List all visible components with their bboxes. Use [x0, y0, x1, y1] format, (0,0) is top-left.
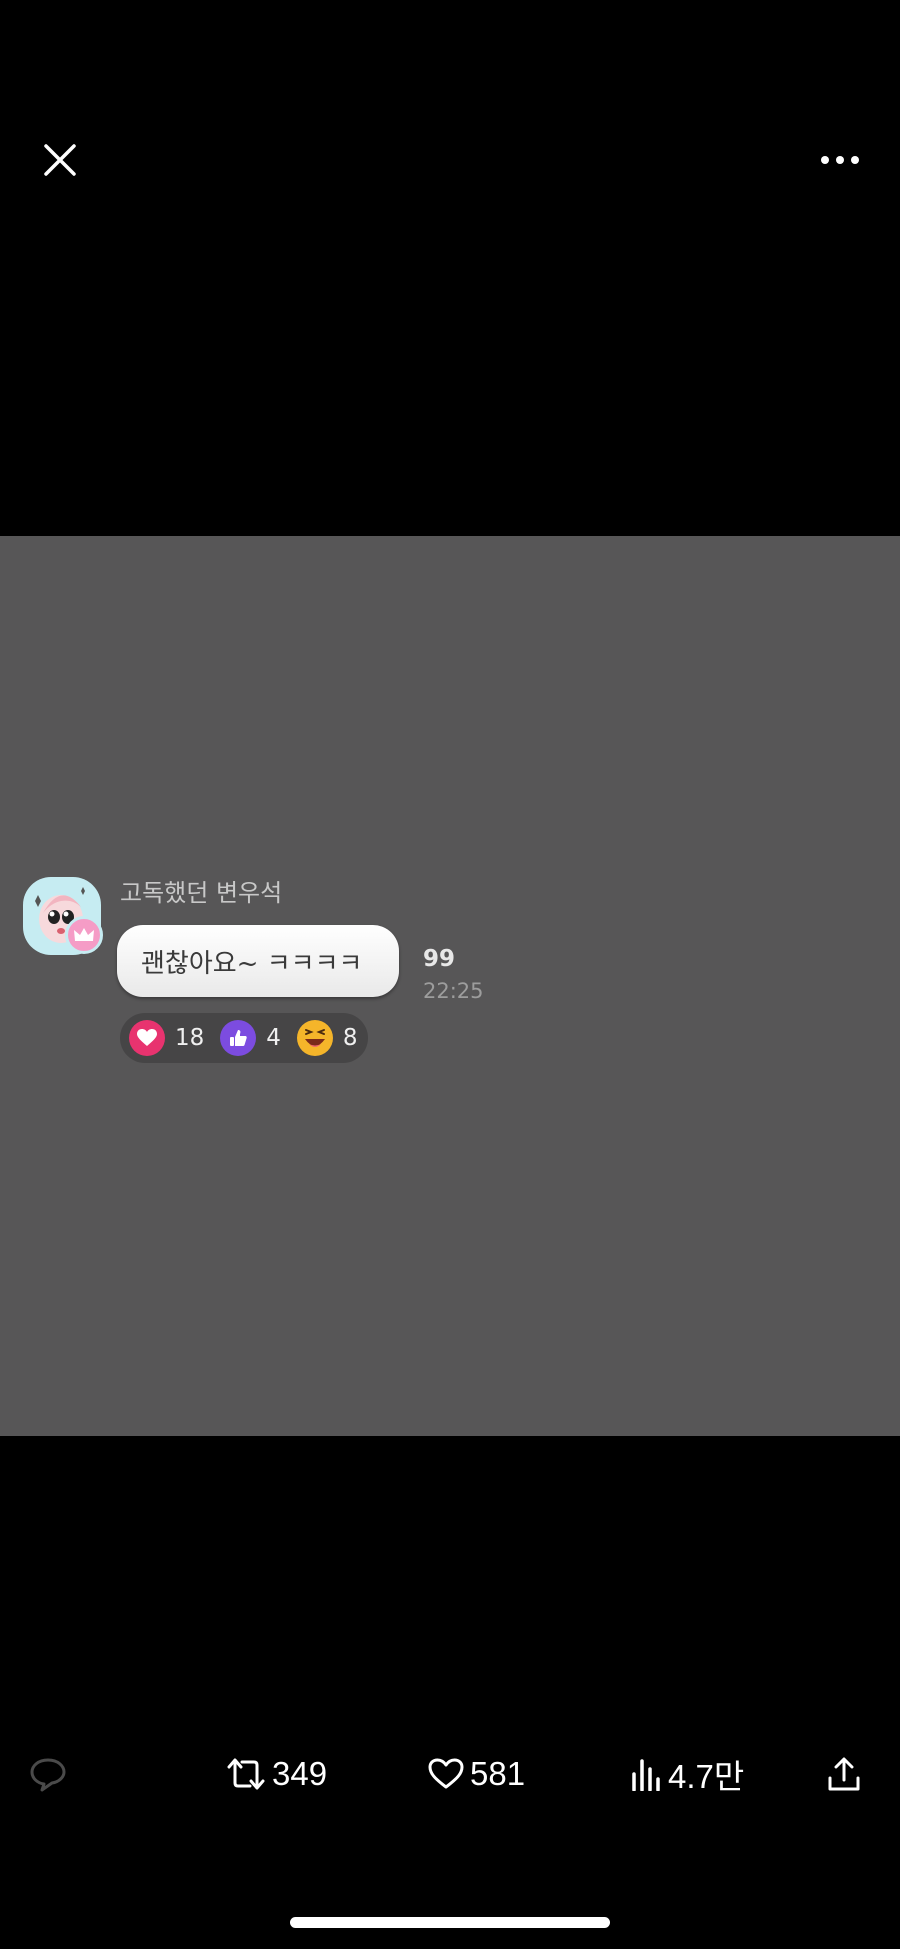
thumbs-up-reaction-icon: [220, 1020, 257, 1056]
sender-name: 고독했던 변우석: [120, 879, 283, 907]
views-count: 4.7만: [668, 1758, 745, 1795]
close-button[interactable]: [36, 136, 84, 184]
like-button[interactable]: 581: [428, 1752, 525, 1796]
crown-badge: [65, 916, 103, 954]
reaction-bar: 18 4 8: [120, 1013, 368, 1063]
laughing-face-reaction-icon: [296, 1020, 333, 1056]
reaction-count: 8: [342, 1025, 358, 1051]
repost-button[interactable]: 349: [226, 1752, 327, 1796]
home-indicator[interactable]: [290, 1917, 610, 1928]
views-button[interactable]: 4.7만: [630, 1752, 744, 1796]
analytics-icon: [632, 1759, 660, 1791]
more-options-button[interactable]: [812, 140, 868, 180]
share-button[interactable]: [826, 1752, 862, 1796]
reaction-laughing: 8: [296, 1020, 358, 1056]
more-horizontal-icon: [821, 156, 859, 164]
unread-count: 99: [423, 946, 456, 972]
message-bubble: 괜찮아요~ ㅋㅋㅋㅋ: [117, 925, 399, 997]
reaction-count: 4: [266, 1025, 281, 1051]
repost-icon: [227, 1758, 265, 1790]
reply-button[interactable]: [28, 1752, 68, 1796]
close-icon: [44, 144, 76, 176]
like-count: 581: [470, 1755, 526, 1792]
reaction-thumbs-up: 4: [220, 1020, 281, 1056]
repost-count: 349: [272, 1755, 328, 1792]
message-time: 22:25: [423, 979, 484, 1003]
reaction-count: 18: [175, 1025, 205, 1051]
heart-reaction-icon: [129, 1020, 165, 1056]
reaction-heart: 18: [129, 1020, 204, 1056]
comment-icon: [30, 1758, 66, 1792]
share-icon: [828, 1757, 860, 1791]
image-viewer-screen: 고독했던 변우석 괜찮아요~ ㅋㅋㅋㅋ 99 22:25 18 4 8 349 …: [0, 0, 900, 1949]
crown-icon: [74, 928, 94, 941]
heart-icon: [428, 1758, 464, 1789]
